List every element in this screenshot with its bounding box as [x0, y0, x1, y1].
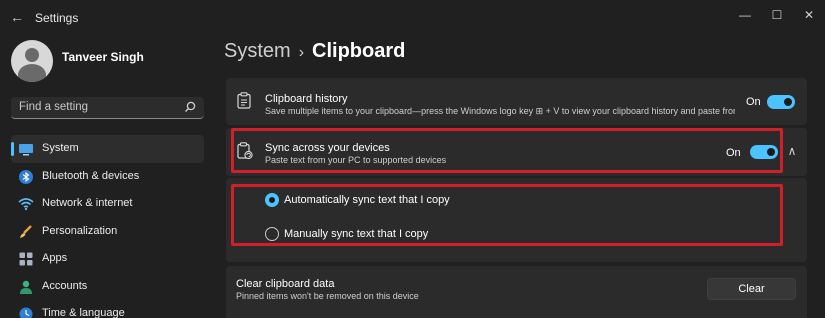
clear-button[interactable]: Clear	[707, 278, 796, 300]
sidebar-item-label: Personalization	[42, 224, 118, 237]
chevron-up-icon: ∧	[787, 144, 797, 158]
sidebar-item-label: Accounts	[42, 279, 88, 292]
globe-clock-icon	[19, 307, 33, 318]
highlight-box-sync	[231, 128, 783, 173]
breadcrumb-separator: ›	[298, 44, 305, 61]
search-input[interactable]: Find a setting	[11, 97, 204, 119]
sidebar-item-accounts[interactable]: Accounts	[11, 273, 204, 301]
bluetooth-icon	[19, 169, 33, 184]
avatar[interactable]	[11, 40, 53, 82]
app-title: Settings	[35, 11, 79, 25]
title-bar: ← Settings — ☐ ✕	[0, 0, 825, 34]
monitor-icon	[19, 144, 33, 156]
clipboard-history-description: Save multiple items to your clipboard—pr…	[265, 106, 735, 116]
sidebar-item-apps[interactable]: Apps	[11, 245, 204, 273]
back-button[interactable]: ←	[8, 8, 26, 26]
clipboard-icon	[237, 92, 251, 109]
apps-icon	[19, 252, 33, 266]
sidebar-item-time-language[interactable]: Time & language	[11, 300, 204, 318]
maximize-button[interactable]: ☐	[760, 4, 794, 26]
clipboard-history-toggle[interactable]	[767, 95, 795, 109]
sidebar-item-label: Bluetooth & devices	[42, 169, 140, 182]
breadcrumb-parent[interactable]: System	[224, 40, 291, 62]
clipboard-history-title: Clipboard history	[265, 93, 348, 105]
minimize-icon: —	[739, 8, 751, 22]
clipboard-history-card: Clipboard history Save multiple items to…	[226, 78, 807, 125]
clear-data-description: Pinned items won't be removed on this de…	[236, 291, 419, 301]
sidebar-item-system[interactable]: System	[11, 135, 204, 163]
highlight-box-options	[231, 184, 783, 246]
close-icon: ✕	[803, 8, 815, 22]
avatar-person-icon	[25, 48, 39, 62]
brush-icon	[20, 224, 32, 238]
sidebar-item-label: Network & internet	[42, 197, 133, 209]
sidebar-item-label: Time & language	[42, 307, 125, 318]
sidebar-nav: System Bluetooth & devices Network & int…	[11, 135, 204, 318]
close-button[interactable]: ✕	[792, 4, 825, 26]
sidebar-item-label: Apps	[42, 252, 68, 264]
sidebar-item-network[interactable]: Network & internet	[11, 190, 204, 218]
search-placeholder: Find a setting	[19, 101, 89, 113]
maximize-icon: ☐	[771, 8, 783, 22]
sidebar-item-personalization[interactable]: Personalization	[11, 218, 204, 246]
page-title: Clipboard	[312, 40, 406, 62]
wifi-icon	[18, 198, 34, 211]
collapse-button[interactable]: ∧	[782, 141, 802, 161]
minimize-button[interactable]: —	[728, 4, 762, 26]
sidebar-item-bluetooth[interactable]: Bluetooth & devices	[11, 163, 204, 191]
clear-data-title: Clear clipboard data	[236, 278, 335, 290]
search-icon	[185, 101, 196, 112]
user-name: Tanveer Singh	[62, 50, 144, 64]
breadcrumb: System › Clipboard	[224, 40, 405, 63]
back-arrow-icon: ←	[10, 9, 24, 25]
sidebar-item-label: System	[42, 142, 79, 154]
clipboard-history-state: On	[746, 96, 761, 108]
person-icon	[20, 280, 32, 294]
